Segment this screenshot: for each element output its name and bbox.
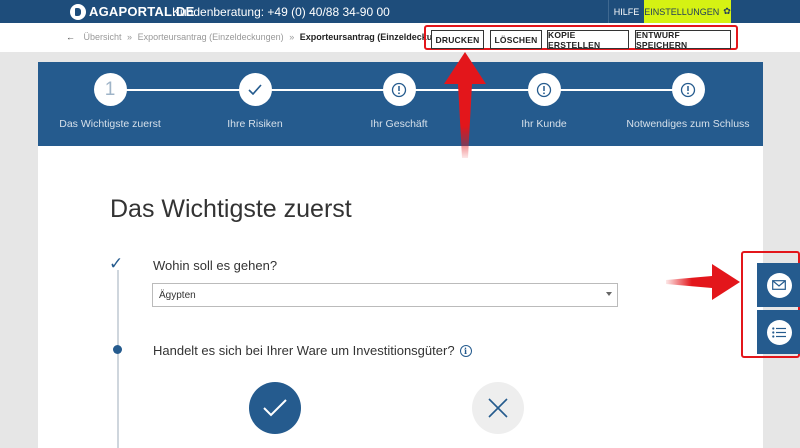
capital-goods-question-label: Handelt es sich bei Ihrer Ware um Invest… <box>153 343 455 358</box>
gear-icon: ✿ <box>723 6 731 16</box>
alert-icon <box>382 73 416 106</box>
step-2[interactable]: Ihre Risiken <box>185 73 325 130</box>
step-label: Das Wichtigste zuerst <box>59 118 161 130</box>
no-button[interactable] <box>472 382 524 434</box>
annotation-arrow-up-icon <box>444 52 486 158</box>
save-draft-button[interactable]: ENTWURF SPEICHERN <box>635 30 731 50</box>
delete-button[interactable]: LÖSCHEN <box>490 30 542 49</box>
side-button-group <box>741 251 800 358</box>
chevron-down-icon <box>606 292 612 296</box>
hotline-text: Kundenberatung: +49 (0) 40/88 34-90 00 <box>172 5 390 19</box>
top-bar: AGAPORTAL.DE Kundenberatung: +49 (0) 40/… <box>0 0 800 23</box>
step-label: Notwendiges zum Schluss <box>626 118 750 130</box>
info-icon[interactable]: i <box>459 344 472 357</box>
step-5[interactable]: Notwendiges zum Schluss <box>618 73 758 130</box>
breadcrumb: ← Übersicht » Exporteursantrag (Einzelde… <box>66 32 457 42</box>
breadcrumb-item-overview[interactable]: Übersicht <box>84 32 122 42</box>
mail-icon <box>766 272 792 298</box>
help-link[interactable]: HILFE <box>608 0 644 23</box>
capital-goods-question: Handelt es sich bei Ihrer Ware um Invest… <box>153 343 472 358</box>
step-label: Ihr Kunde <box>521 118 567 130</box>
current-step-dot <box>113 345 122 354</box>
check-icon <box>263 399 287 417</box>
step-4[interactable]: Ihr Kunde <box>474 73 614 130</box>
contact-button[interactable] <box>757 263 800 307</box>
sub-bar: ← Übersicht » Exporteursantrag (Einzelde… <box>0 23 800 52</box>
check-icon: ✓ <box>109 254 124 273</box>
close-icon <box>488 398 508 418</box>
check-icon <box>238 73 272 106</box>
action-button-group: DRUCKEN LÖSCHEN KOPIE ERSTELLEN ENTWURF … <box>424 25 738 50</box>
annotation-arrow-right-icon <box>666 264 740 300</box>
step-label: Ihre Risiken <box>227 118 283 130</box>
list-icon <box>766 319 792 345</box>
breadcrumb-item-application[interactable]: Exporteursantrag (Einzeldeckungen) <box>138 32 284 42</box>
destination-select[interactable]: Ägypten <box>152 283 618 307</box>
logo-icon <box>70 3 86 20</box>
settings-button[interactable]: EINSTELLUNGEN ✿ <box>644 0 731 23</box>
breadcrumb-separator: » <box>127 32 133 42</box>
settings-label: EINSTELLUNGEN <box>644 6 720 17</box>
page-title: Das Wichtigste zuerst <box>110 195 352 223</box>
yes-button[interactable] <box>249 382 301 434</box>
destination-value: Ägypten <box>159 290 196 301</box>
copy-button[interactable]: KOPIE ERSTELLEN <box>547 30 629 50</box>
alert-icon <box>671 73 705 106</box>
progress-line <box>117 270 119 448</box>
alert-icon <box>527 73 561 106</box>
destination-question: Wohin soll es gehen? <box>153 258 278 273</box>
breadcrumb-separator: » <box>289 32 295 42</box>
step-number-marker: 1 <box>93 73 127 106</box>
step-progress: 1 Das Wichtigste zuerst Ihre Risiken Ihr… <box>38 62 763 146</box>
overview-list-button[interactable] <box>757 310 800 354</box>
back-arrow-icon[interactable]: ← <box>66 32 75 42</box>
step-1[interactable]: 1 Das Wichtigste zuerst <box>40 73 180 130</box>
print-button[interactable]: DRUCKEN <box>431 30 484 49</box>
